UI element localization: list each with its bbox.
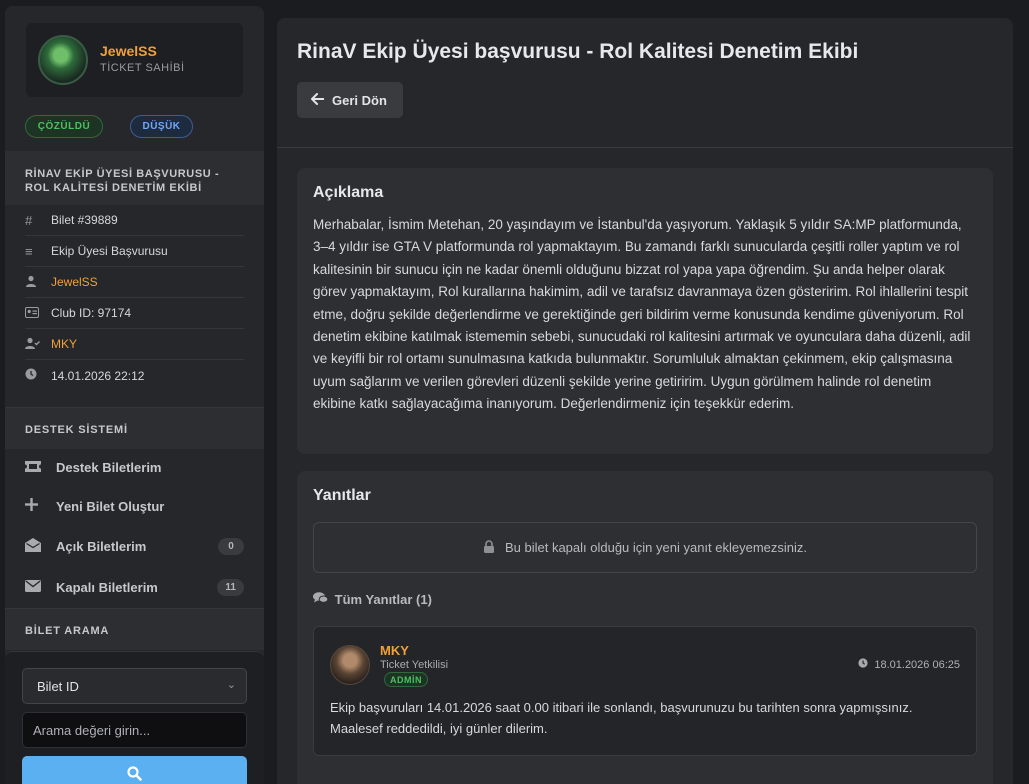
replies-card: Yanıtlar Bu bilet kapalı olduğu için yen… — [297, 471, 993, 784]
nav-label: Açık Biletlerim — [56, 538, 147, 554]
admin-badge: ADMİN — [384, 672, 428, 687]
ticket-title-box: RİNAV EKİP ÜYESİ BAŞVURUSU - ROL KALİTES… — [5, 151, 264, 205]
meta-created: 14.01.2026 22:12 — [25, 360, 244, 391]
search-section-heading: BİLET ARAMA — [5, 608, 264, 650]
meta-ticket-number: # Bilet #39889 — [25, 205, 244, 236]
support-section-heading: DESTEK SİSTEMİ — [5, 407, 264, 449]
meta-assignee: MKY — [25, 329, 244, 360]
ticket-search-box: Bilet ID ⌄ Arama değeri girin... — [5, 651, 264, 784]
nav-closed-tickets[interactable]: Kapalı Biletlerim 11 — [25, 568, 244, 606]
back-button[interactable]: Geri Dön — [297, 82, 403, 118]
meta-owner: JewelSS — [25, 267, 244, 298]
nav-label: Destek Biletlerim — [56, 459, 162, 475]
reply-avatar — [330, 645, 370, 685]
page-title: RinaV Ekip Üyesi başvurusu - Rol Kalites… — [297, 40, 859, 63]
envelope-open-icon — [25, 537, 56, 555]
chevron-down-icon: ⌄ — [226, 679, 236, 691]
user-icon — [25, 275, 51, 290]
id-card-icon — [25, 306, 51, 321]
open-tickets-count: 0 — [218, 537, 244, 555]
arrow-left-icon — [311, 92, 325, 109]
user-check-icon — [25, 337, 51, 352]
support-heading-text: DESTEK SİSTEMİ — [25, 424, 128, 436]
search-placeholder: Arama değeri girin... — [33, 722, 151, 738]
reply-date-text: 18.01.2026 06:25 — [874, 659, 960, 671]
nav-my-tickets[interactable]: Destek Biletlerim — [25, 448, 244, 486]
status-badge: ÇÖZÜLDÜ — [25, 115, 103, 138]
meta-text: Club ID: 97174 — [51, 306, 132, 320]
list-icon: ≡ — [25, 243, 33, 259]
hash-icon: # — [25, 212, 33, 228]
user-card: JewelSS TİCKET SAHİBİ — [26, 23, 243, 97]
lock-icon — [483, 539, 495, 556]
divider — [277, 147, 1013, 148]
ticket-icon — [25, 459, 56, 475]
sidebar-ticket-title: RİNAV EKİP ÜYESİ BAŞVURUSU - ROL KALİTES… — [25, 168, 220, 194]
nav-label: Yeni Bilet Oluştur — [56, 498, 165, 514]
plus-icon — [25, 498, 56, 514]
meta-text: Bilet #39889 — [51, 213, 118, 227]
search-type-select[interactable]: Bilet ID ⌄ — [22, 668, 247, 704]
search-type-value: Bilet ID — [37, 678, 79, 694]
reply-role: Ticket Yetkilisi — [380, 659, 449, 671]
locked-notice: Bu bilet kapalı olduğu için yeni yanıt e… — [313, 522, 977, 573]
meta-text[interactable]: MKY — [51, 337, 77, 351]
all-replies-text: Tüm Yanıtlar (1) — [334, 592, 432, 607]
reply-author[interactable]: MKY — [380, 643, 409, 658]
user-role: TİCKET SAHİBİ — [100, 62, 185, 74]
nav-label: Kapalı Biletlerim — [56, 579, 158, 595]
user-avatar — [38, 35, 88, 85]
ticket-meta-list: # Bilet #39889 ≡ Ekip Üyesi Başvurusu Je… — [25, 205, 244, 391]
main-panel: RinaV Ekip Üyesi başvurusu - Rol Kalites… — [277, 18, 1013, 784]
description-heading: Açıklama — [313, 184, 384, 201]
comments-icon — [313, 592, 332, 607]
all-replies-label: Tüm Yanıtlar (1) — [313, 592, 432, 607]
search-button[interactable] — [22, 756, 247, 784]
search-input[interactable]: Arama değeri girin... — [22, 712, 247, 748]
closed-tickets-count: 11 — [217, 578, 244, 596]
nav-open-tickets[interactable]: Açık Biletlerim 0 — [25, 527, 244, 565]
back-label: Geri Dön — [332, 92, 387, 108]
search-icon — [127, 766, 142, 784]
description-card: Açıklama Merhabalar, İsmim Metehan, 20 y… — [297, 168, 993, 454]
nav-new-ticket[interactable]: Yeni Bilet Oluştur — [25, 487, 244, 525]
reply-date: 18.01.2026 06:25 — [858, 658, 960, 671]
meta-club-id: Club ID: 97174 — [25, 298, 244, 329]
meta-text: Ekip Üyesi Başvurusu — [51, 244, 168, 258]
user-name: JewelSS — [100, 43, 157, 59]
meta-category: ≡ Ekip Üyesi Başvurusu — [25, 236, 244, 267]
meta-text: 14.01.2026 22:12 — [51, 368, 145, 383]
envelope-icon — [25, 579, 56, 595]
description-text: Merhabalar, İsmim Metehan, 20 yaşındayım… — [313, 217, 971, 412]
replies-heading: Yanıtlar — [313, 487, 371, 504]
sidebar: JewelSS TİCKET SAHİBİ ÇÖZÜLDÜ DÜŞÜK RİNA… — [5, 6, 264, 784]
reply-item: MKY Ticket Yetkilisi ADMİN 18.01.2026 06… — [313, 626, 977, 756]
reply-text: Ekip başvuruları 14.01.2026 saat 0.00 it… — [330, 700, 913, 736]
search-heading-text: BİLET ARAMA — [25, 625, 110, 637]
clock-icon — [25, 368, 51, 383]
meta-text[interactable]: JewelSS — [51, 275, 98, 289]
locked-message: Bu bilet kapalı olduğu için yeni yanıt e… — [504, 540, 808, 555]
clock-icon — [858, 658, 871, 671]
priority-badge: DÜŞÜK — [130, 115, 193, 138]
